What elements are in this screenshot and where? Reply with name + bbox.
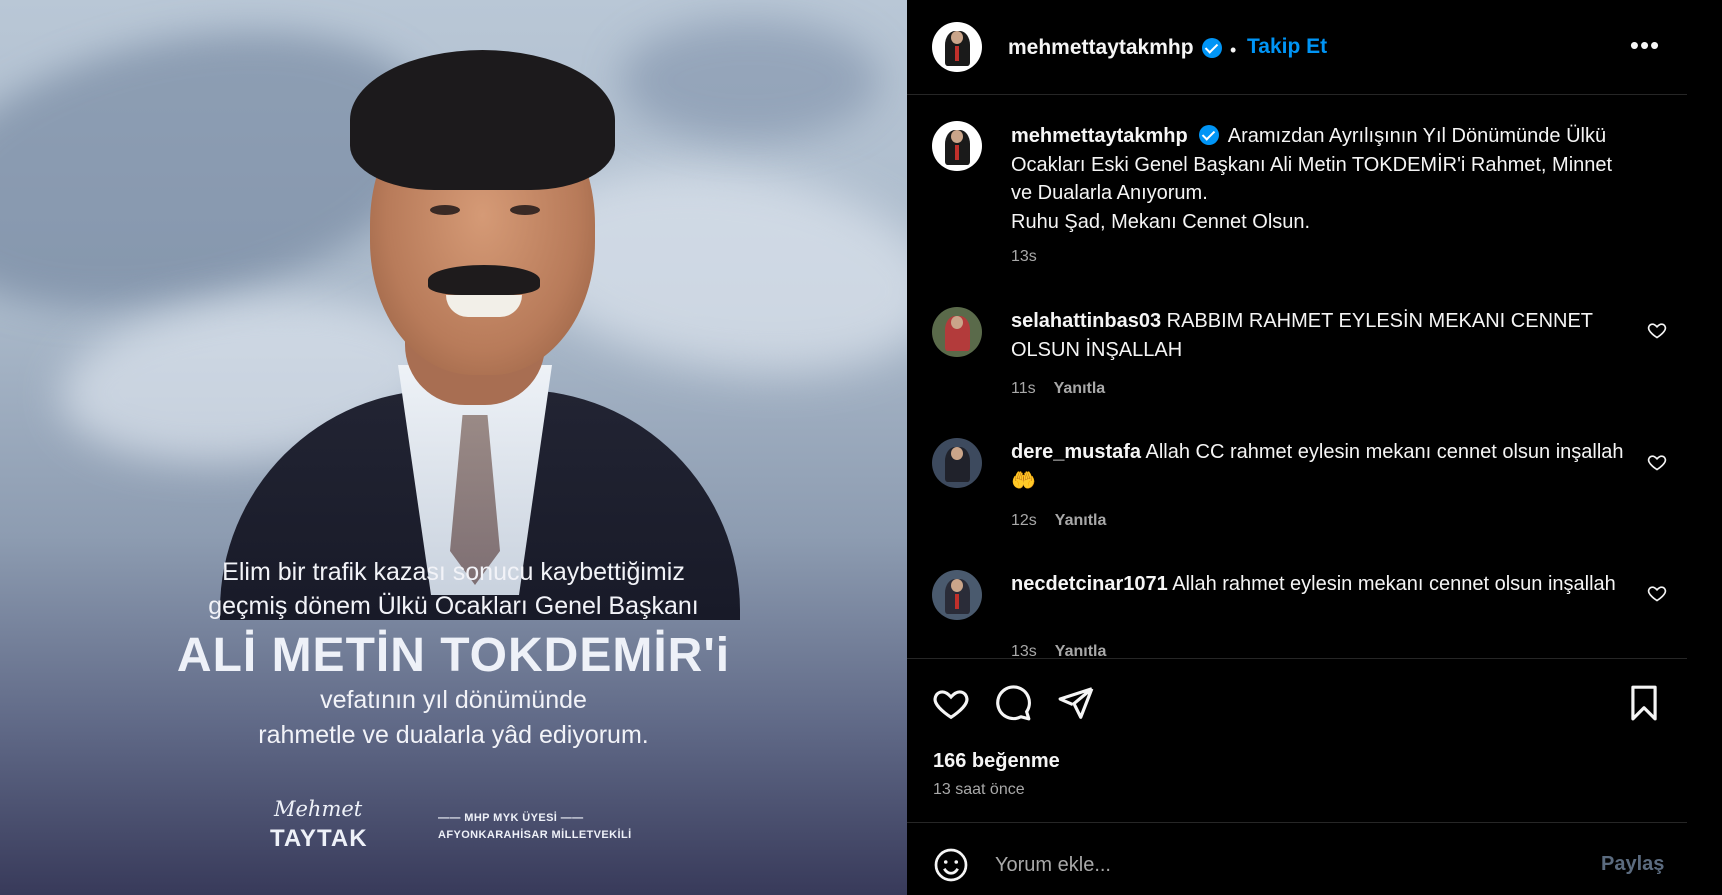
more-options-icon[interactable]: ••• xyxy=(1625,30,1665,64)
share-send-icon[interactable] xyxy=(1057,684,1095,722)
like-count[interactable]: 166 beğenme xyxy=(933,750,1060,773)
image-caption-line: vefatının yıl dönümünde xyxy=(320,686,587,714)
save-bookmark-icon[interactable] xyxy=(1625,684,1663,722)
post-caption: mehmettaytakmhp Aramızdan Ayrılışının Yı… xyxy=(1011,122,1631,236)
timestamp: 11s xyxy=(1011,380,1036,397)
reply-button[interactable]: Yanıtla xyxy=(1055,643,1107,658)
emoji-icon[interactable] xyxy=(933,847,969,883)
like-comment-heart-icon[interactable] xyxy=(1647,583,1667,603)
comment-meta: 12s Yanıtla xyxy=(1011,512,1106,530)
comments-list[interactable]: mehmettaytakmhp Aramızdan Ayrılışının Yı… xyxy=(907,95,1687,658)
like-heart-icon[interactable] xyxy=(932,684,970,722)
post-comment-button[interactable]: Paylaş xyxy=(1601,853,1664,876)
avatar[interactable] xyxy=(932,121,982,171)
portrait-photo xyxy=(220,45,740,620)
divider xyxy=(907,822,1687,823)
comment-item: dere_mustafa Allah CC rahmet eylesin mek… xyxy=(1011,438,1631,495)
logo-subtitle: AFYONKARAHİSAR MİLLETVEKİLİ xyxy=(438,829,632,841)
follow-button[interactable]: Takip Et xyxy=(1247,35,1327,59)
caption-text-2: Ruhu Şad, Mekanı Cennet Olsun. xyxy=(1011,210,1311,233)
separator: • xyxy=(1230,40,1237,60)
crescents-icon xyxy=(386,803,416,851)
header-username[interactable]: mehmettaytakmhp xyxy=(1008,36,1194,60)
post-header: mehmettaytakmhp • Takip Et ••• xyxy=(907,0,1687,94)
image-caption-line: Elim bir trafik kazası sonucu kaybettiği… xyxy=(222,558,685,586)
post-panel: mehmettaytakmhp • Takip Et ••• mehmettay… xyxy=(907,0,1687,895)
comment-meta: 11s Yanıtla xyxy=(1011,380,1105,398)
image-caption-line: geçmiş dönem Ülkü Ocakları Genel Başkanı xyxy=(208,592,699,620)
image-caption-line: rahmetle ve dualarla yâd ediyorum. xyxy=(258,721,649,749)
verified-badge-icon xyxy=(1199,125,1220,145)
post-image[interactable]: Elim bir trafik kazası sonucu kaybettiği… xyxy=(0,0,907,895)
post-time: 13 saat önce xyxy=(933,781,1025,798)
signature-logo: Mehmet TAYTAK —— MHP MYK ÜYESİ —— AFYONK… xyxy=(270,795,640,859)
logo-script: Mehmet xyxy=(274,797,363,821)
avatar[interactable] xyxy=(932,438,982,488)
caption-time: 13s xyxy=(1011,248,1037,266)
avatar[interactable] xyxy=(932,307,982,357)
verified-badge-icon xyxy=(1202,38,1222,58)
comment-item: selahattinbas03 RABBIM RAHMET EYLESİN ME… xyxy=(1011,307,1631,364)
timestamp: 12s xyxy=(1011,512,1037,529)
comment-item: necdetcinar1071 Allah rahmet eylesin mek… xyxy=(1011,570,1631,599)
comment-username[interactable]: selahattinbas03 xyxy=(1011,310,1161,332)
comment-icon[interactable] xyxy=(994,684,1032,722)
reply-button[interactable]: Yanıtla xyxy=(1054,380,1106,397)
comment-text: Allah rahmet eylesin mekanı cennet olsun… xyxy=(1172,573,1616,595)
like-comment-heart-icon[interactable] xyxy=(1647,320,1667,340)
reply-button[interactable]: Yanıtla xyxy=(1055,512,1107,529)
divider xyxy=(907,658,1687,659)
comment-input[interactable] xyxy=(995,850,1555,880)
logo-title: —— MHP MYK ÜYESİ —— xyxy=(438,812,584,824)
comment-username[interactable]: necdetcinar1071 xyxy=(1011,573,1168,595)
logo-name: TAYTAK xyxy=(270,825,368,852)
avatar[interactable] xyxy=(932,570,982,620)
like-comment-heart-icon[interactable] xyxy=(1647,452,1667,472)
caption-username[interactable]: mehmettaytakmhp xyxy=(1011,125,1188,147)
avatar[interactable] xyxy=(932,22,982,72)
image-caption-name: ALİ METİN TOKDEMİR'i xyxy=(176,629,731,682)
timestamp: 13s xyxy=(1011,643,1037,658)
timestamp: 13s xyxy=(1011,248,1037,265)
comment-meta: 13s Yanıtla xyxy=(1011,643,1106,658)
comment-username[interactable]: dere_mustafa xyxy=(1011,441,1141,463)
